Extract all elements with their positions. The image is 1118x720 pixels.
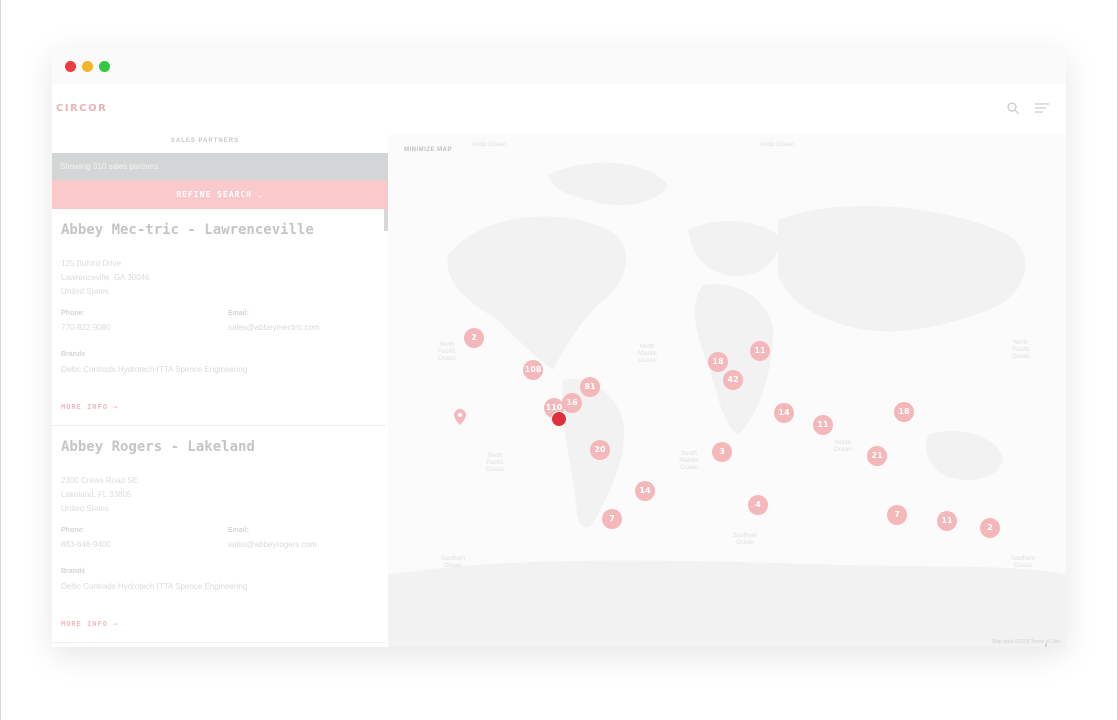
close-window-button[interactable] [65,61,76,72]
partner-name[interactable]: Abbey Mec-tric - Lawrenceville [61,222,314,238]
more-info-label: MORE INFO [61,403,108,411]
map-cluster[interactable]: 14 [774,403,794,423]
map-cluster[interactable]: 7 [887,505,907,525]
site-header: CIRCOR [52,85,1066,135]
menu-icon[interactable] [1034,101,1050,120]
brands-list: Deltic Contrads Hydrotech ITTA Spence En… [61,582,248,591]
window-titlebar [52,48,1066,86]
results-count: Showing 310 sales partners [52,153,388,180]
map-cluster[interactable]: 16 [562,393,582,413]
ocean-label: North Pacific Ocean [438,342,456,362]
ocean-label: Southern Ocean [732,533,758,546]
address-line: United States [61,287,110,296]
refine-search-label: REFINE SEARCH [176,190,252,199]
minimize-map-button[interactable]: MINIMIZE MAP [404,147,452,153]
email-label: Email: [228,527,250,534]
circor-logo[interactable]: CIRCOR [56,103,107,114]
map-cluster[interactable]: 11 [937,511,957,531]
list-item: Abbey Rogers - Lakeland 2300 Crews Road … [52,426,386,643]
map-cluster[interactable]: 20 [590,440,610,460]
email-link[interactable]: sales@abbeymectric.com [228,323,320,332]
partner-address: 125 Buford Drive Lawrenceville, GA 30046… [61,257,150,299]
continent-shapes [388,162,1066,647]
map-cluster[interactable]: 7 [602,509,622,529]
ocean-label: Southern Ocean [1010,556,1036,569]
map-cluster[interactable]: 81 [580,377,600,397]
map-pin-icon[interactable] [454,409,466,430]
map-cluster[interactable]: 21 [867,446,887,466]
map-cluster[interactable]: 11 [750,341,770,361]
list-item: Abbey Mec-tric - Lawrenceville 125 Bufor… [52,209,386,426]
more-info-link[interactable]: MORE INFO → [61,403,118,411]
ocean-label: North Pacific Ocean [1012,340,1030,360]
selected-location-marker[interactable] [551,411,567,427]
brands-list: Deltic Contrads Hydrotech ITTA Spence En… [61,365,248,374]
partner-address: 2300 Crews Road SE Lakeland, FL 33805 Un… [61,474,138,516]
partner-list[interactable]: Abbey Mec-tric - Lawrenceville 125 Bufor… [52,209,386,647]
map-cluster[interactable]: 108 [523,360,543,380]
address-line: 2300 Crews Road SE [61,476,138,485]
address-line: Lakeland, FL 33805 [61,490,132,499]
map-attribution[interactable]: Map data ©2019 Terms of Use [992,639,1060,645]
sales-partners-sidebar: SALES PARTNERS Showing 310 sales partner… [52,135,388,647]
ocean-label: North Atlantic Ocean [637,344,657,364]
partner-name[interactable]: Abbey Rogers - Lakeland [61,439,255,455]
ocean-label: Arctic Ocean [760,142,795,148]
phone-label: Phone: [61,310,85,317]
phone-label: Phone: [61,527,85,534]
refine-search-button[interactable]: REFINE SEARCH ⌄ [52,180,388,209]
phone-link[interactable]: 770-822-9080 [61,323,111,332]
address-line: 125 Buford Drive [61,259,122,268]
ocean-label: South Pacific Ocean [486,453,504,473]
phone-link[interactable]: 863-646-9400 [61,540,111,549]
map-cluster[interactable]: 14 [635,481,655,501]
ocean-label: Arctic Ocean [472,142,507,148]
minimize-window-button[interactable] [82,61,93,72]
ocean-label: Indian Ocean [834,440,852,453]
search-icon[interactable] [1006,101,1020,120]
more-info-label: MORE INFO [61,620,108,628]
world-map[interactable]: MINIMIZE MAP Arctic Ocean Arctic Ocean N… [388,135,1066,647]
address-line: Lawrenceville, GA 30046 [61,273,150,282]
chevron-down-icon: ⌄ [257,190,264,199]
ocean-label: South Atlantic Ocean [679,451,699,471]
map-cluster[interactable]: 2 [980,518,1000,538]
map-cluster[interactable]: 18 [708,352,728,372]
email-label: Email: [228,310,250,317]
maximize-window-button[interactable] [99,61,110,72]
email-link[interactable]: sales@abbeyrogers.com [228,540,317,549]
more-info-link[interactable]: MORE INFO → [61,620,118,628]
browser-window: CIRCOR SALES PARTNERS Showing 310 sales … [52,48,1066,647]
sidebar-title: SALES PARTNERS [170,138,240,144]
brands-label: Brands [61,568,86,575]
ocean-label: Southern Ocean [440,556,466,569]
map-cluster[interactable]: 2 [464,328,484,348]
map-cluster[interactable]: 18 [894,402,914,422]
map-cluster[interactable]: 3 [712,442,732,462]
map-cluster[interactable]: 11 [813,415,833,435]
map-cluster[interactable]: 42 [723,370,743,390]
map-cluster[interactable]: 4 [748,495,768,515]
address-line: United States [61,504,110,513]
brands-label: Brands [61,351,86,358]
